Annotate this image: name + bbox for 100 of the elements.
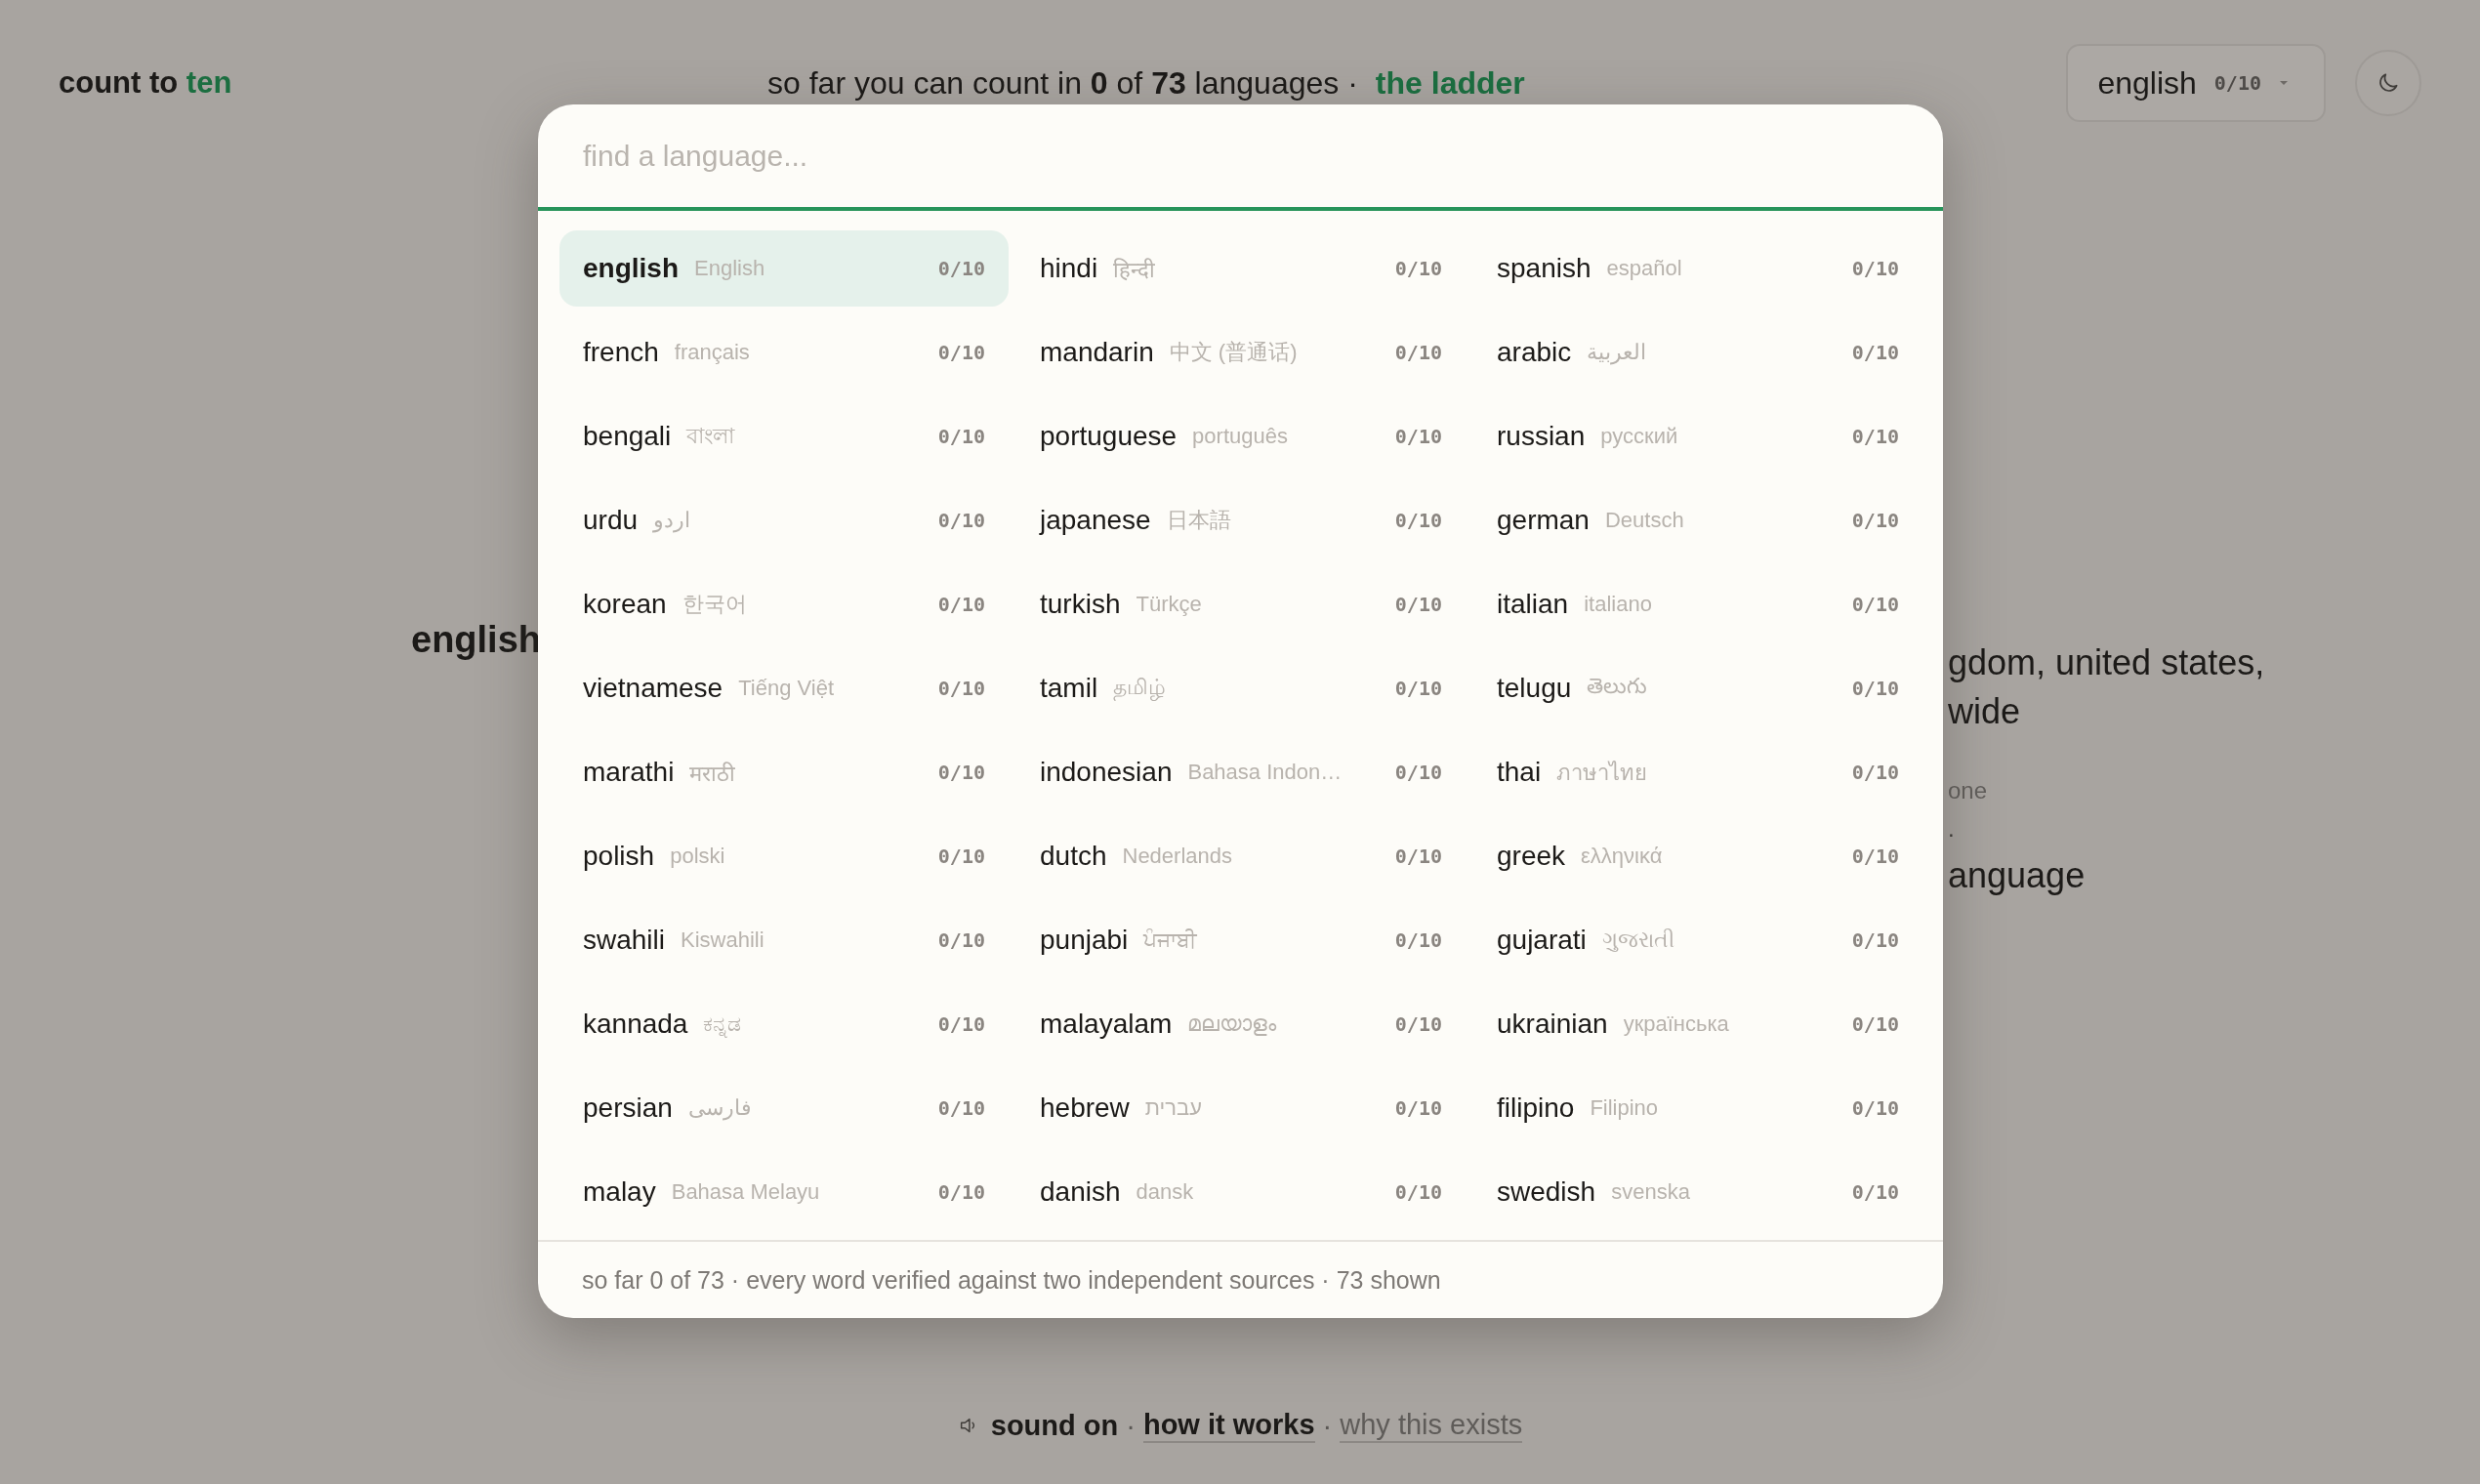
native-name: മലയാളം [1187, 1011, 1277, 1037]
note-text: one [1948, 777, 1989, 804]
progress-count: 0/10 [937, 593, 985, 616]
how-it-works-link[interactable]: how it works [1142, 1408, 1315, 1443]
language-name: russian [1497, 421, 1586, 452]
language-option[interactable]: gujarati ગુજરાતી 0/10 [1473, 902, 1922, 978]
language-option[interactable]: japanese 日本語 0/10 [1016, 482, 1466, 558]
progress-count: 0/10 [937, 845, 985, 868]
progress-count: 0/10 [1394, 1096, 1442, 1120]
native-name: اردو [653, 508, 691, 533]
progress-count: 0/10 [1394, 845, 1442, 868]
language-option[interactable]: swedish svenska 0/10 [1473, 1154, 1922, 1230]
progress-count: 0/10 [937, 761, 985, 784]
logo[interactable]: count to ten [59, 65, 232, 100]
language-option[interactable]: bengali বাংলা 0/10 [559, 398, 1009, 474]
language-name: polish [583, 841, 655, 872]
language-name: hindi [1040, 253, 1098, 284]
native-name: українська [1623, 1011, 1729, 1037]
native-name: svenska [1611, 1179, 1690, 1205]
language-name: swedish [1497, 1176, 1596, 1208]
language-name: korean [583, 589, 667, 620]
language-option[interactable]: filipino Filipino 0/10 [1473, 1070, 1922, 1146]
sound-toggle[interactable]: sound on [957, 1409, 1119, 1442]
progress-count: 0/10 [937, 509, 985, 532]
language-option[interactable]: malayalam മലയാളം 0/10 [1016, 986, 1466, 1062]
language-name: english [583, 253, 679, 284]
punctuation-text: . [1948, 814, 1956, 844]
native-name: ಕನ್ನಡ [703, 1011, 742, 1037]
language-name: ukrainian [1497, 1009, 1608, 1040]
language-option[interactable]: german Deutsch 0/10 [1473, 482, 1922, 558]
progress-count: 0/10 [1851, 509, 1899, 532]
progress-count: 0/10 [1851, 425, 1899, 448]
language-option[interactable]: indonesian Bahasa Indon… 0/10 [1016, 734, 1466, 810]
dialog-footer-text: so far 0 of 73 · every word verified against two independent sources · 73 shown [581, 1264, 1442, 1296]
progress-text: so far you can count in 0 of 73 languages · [767, 64, 1358, 102]
language-name: gujarati [1497, 925, 1587, 956]
language-option[interactable]: dutch Nederlands 0/10 [1016, 818, 1466, 894]
language-name: spanish [1497, 253, 1591, 284]
native-name: русский [1600, 424, 1678, 449]
region-text: wide [1948, 690, 2022, 733]
native-name: 한국어 [682, 591, 747, 618]
native-name: मराठी [689, 761, 736, 787]
language-dropdown[interactable]: english 0/10 [2066, 44, 2326, 122]
language-option[interactable]: swahili Kiswahili 0/10 [559, 902, 1009, 978]
native-name: ਪੰਜਾਬੀ [1143, 928, 1198, 953]
language-name: telugu [1497, 673, 1572, 704]
language-option[interactable]: malay Bahasa Melayu 0/10 [559, 1154, 1009, 1230]
language-option[interactable]: russian русский 0/10 [1473, 398, 1922, 474]
progress-count: 0/10 [1851, 1096, 1899, 1120]
language-option[interactable]: turkish Türkçe 0/10 [1016, 566, 1466, 642]
language-option[interactable]: telugu తెలుగు 0/10 [1473, 650, 1922, 726]
language-option[interactable]: spanish español 0/10 [1473, 230, 1922, 307]
language-option[interactable]: hindi हिन्दी 0/10 [1016, 230, 1466, 307]
language-option[interactable]: polish polski 0/10 [559, 818, 1009, 894]
native-name: ภาษาไทย [1556, 759, 1648, 787]
progress-count: 0/10 [1851, 257, 1899, 280]
language-option[interactable]: vietnamese Tiếng Việt 0/10 [559, 650, 1009, 726]
native-name: Kiswahili [681, 928, 765, 953]
language-option[interactable]: tamil தமிழ் 0/10 [1016, 650, 1466, 726]
language-option[interactable]: marathi मराठी 0/10 [559, 734, 1009, 810]
language-option[interactable]: english English 0/10 [559, 230, 1009, 307]
progress-count: 0/10 [1394, 677, 1442, 700]
language-option[interactable]: portuguese português 0/10 [1016, 398, 1466, 474]
language-name: kannada [583, 1009, 688, 1040]
language-option[interactable]: thai ภาษาไทย 0/10 [1473, 734, 1922, 810]
progress-count: 0/10 [1394, 509, 1442, 532]
language-name: french [583, 337, 659, 368]
language-option[interactable]: french français 0/10 [559, 314, 1009, 391]
native-name: ελληνικά [1581, 844, 1663, 869]
language-option[interactable]: korean 한국어 0/10 [559, 566, 1009, 642]
language-name: filipino [1497, 1092, 1575, 1124]
search-field[interactable]: find a language... [581, 138, 1900, 174]
language-option[interactable]: kannada ಕನ್ನಡ 0/10 [559, 986, 1009, 1062]
native-name: 日本語 [1166, 507, 1231, 534]
native-name: தமிழ் [1113, 675, 1167, 702]
separator-dot: · [1322, 1409, 1333, 1442]
language-name: portuguese [1040, 421, 1178, 452]
language-option[interactable]: greek ελληνικά 0/10 [1473, 818, 1922, 894]
language-option[interactable]: ukrainian українська 0/10 [1473, 986, 1922, 1062]
native-name: Filipino [1590, 1095, 1659, 1121]
progress-count: 0/10 [1851, 845, 1899, 868]
native-name: Bahasa Indon… [1187, 760, 1343, 785]
native-name: italiano [1584, 592, 1652, 617]
language-name: malay [583, 1176, 656, 1208]
native-name: português [1192, 424, 1288, 449]
language-option[interactable]: punjabi ਪੰਜਾਬੀ 0/10 [1016, 902, 1466, 978]
progress-count: 0/10 [937, 341, 985, 364]
language-name: bengali [583, 421, 672, 452]
language-name: turkish [1040, 589, 1121, 620]
language-title: english [411, 619, 542, 660]
caret-icon [2279, 80, 2289, 86]
language-name: thai [1497, 757, 1542, 788]
language-name: urdu [583, 505, 639, 536]
language-option[interactable]: italian italiano 0/10 [1473, 566, 1922, 642]
language-name: punjabi [1040, 925, 1129, 956]
language-option[interactable]: danish dansk 0/10 [1016, 1154, 1466, 1230]
language-name: persian [583, 1092, 673, 1124]
progress-count: 0/10 [1851, 761, 1899, 784]
language-option[interactable]: mandarin 中文 (普通话) 0/10 [1016, 314, 1466, 391]
native-name: español [1606, 256, 1682, 281]
